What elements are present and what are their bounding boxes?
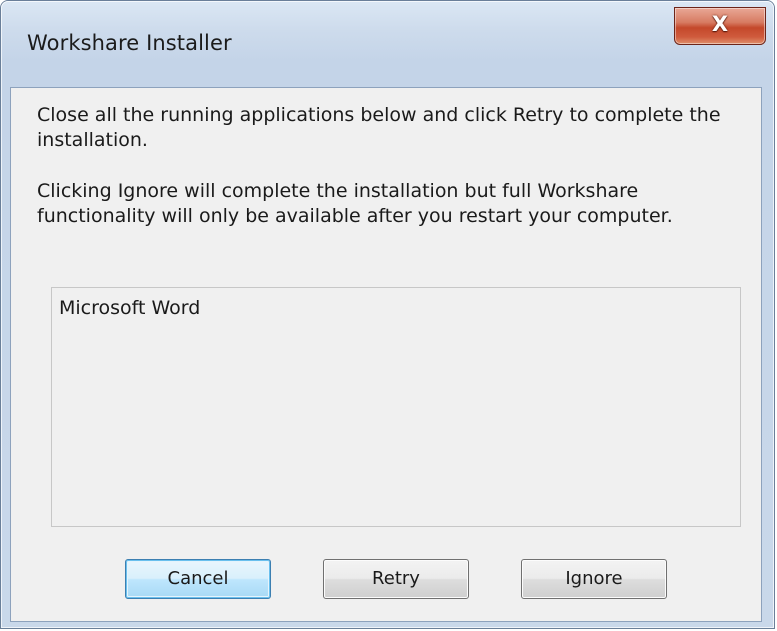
close-button[interactable]: X bbox=[674, 7, 766, 45]
list-item[interactable]: Microsoft Word bbox=[59, 297, 200, 319]
retry-button[interactable]: Retry bbox=[323, 559, 469, 599]
running-applications-list[interactable]: Microsoft Word bbox=[51, 287, 741, 527]
installer-dialog: Workshare Installer X Close all the runn… bbox=[0, 0, 775, 629]
dialog-body: Close all the running applications below… bbox=[10, 87, 762, 622]
window-title: Workshare Installer bbox=[27, 31, 232, 55]
ignore-warning-message: Clicking Ignore will complete the instal… bbox=[37, 180, 673, 227]
ignore-button[interactable]: Ignore bbox=[521, 559, 667, 599]
instruction-message: Close all the running applications below… bbox=[37, 104, 721, 151]
close-icon: X bbox=[711, 12, 729, 36]
cancel-button[interactable]: Cancel bbox=[125, 559, 271, 599]
title-bar[interactable]: Workshare Installer X bbox=[1, 1, 774, 87]
